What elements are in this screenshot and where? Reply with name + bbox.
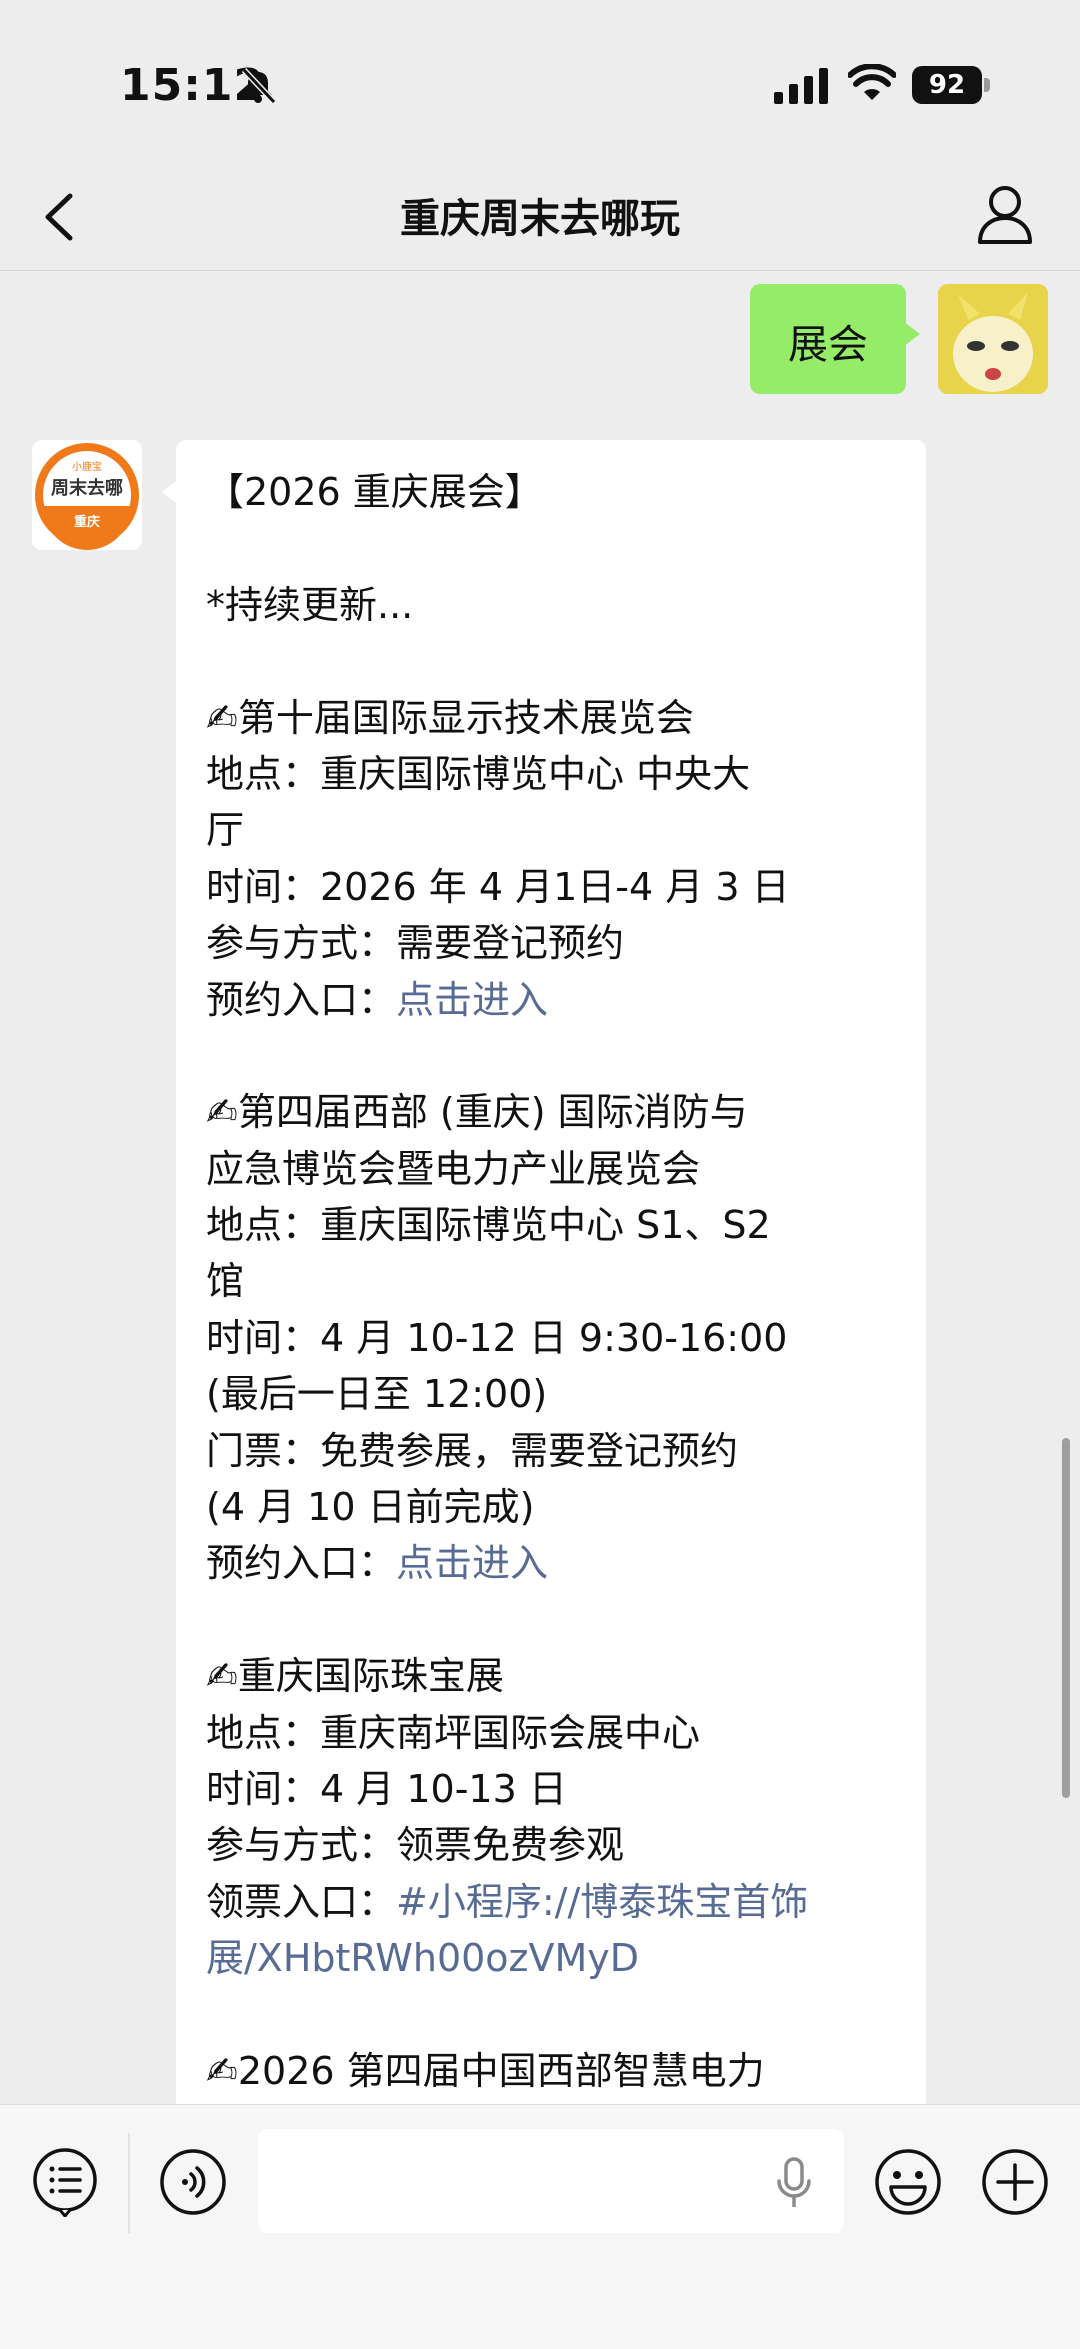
message-line: 应急博览会暨电力产业展览会 — [206, 1146, 701, 1191]
muted-bell-icon — [241, 67, 277, 105]
message-line: 【2026 重庆展会】 — [206, 470, 543, 514]
chat-header: 重庆周末去哪玩 — [0, 160, 1080, 271]
message-line: 馆 — [206, 1259, 245, 1304]
message-link[interactable]: 展/XHbtRWh00ozVMyD — [206, 1936, 639, 1980]
received-message-bubble[interactable]: 【2026 重庆展会】 *持续更新... ✍第十届国际显示技术展览会地点：重庆国际博… — [162, 440, 926, 2140]
message-line: 厅 — [206, 808, 245, 853]
user-avatar[interactable] — [938, 284, 1048, 394]
logo-top-text: 小鹿宝 — [72, 460, 102, 473]
message-line: (4 月 10 日前完成) — [206, 1485, 535, 1530]
sent-message-text: 展会 — [788, 322, 868, 368]
message-line: 展/XHbtRWh00ozVMyD — [206, 1930, 906, 1986]
scrollbar[interactable] — [1062, 1438, 1070, 1798]
message-line-label: 预约入口： — [206, 977, 397, 1022]
user-avatar-image — [938, 284, 1048, 394]
microphone-icon[interactable] — [776, 2157, 812, 2209]
status-bar: 15:12 92 — [0, 0, 1080, 170]
message-line: *持续更新... — [206, 582, 414, 627]
message-line: 参与方式：需要登记预约 — [206, 921, 625, 966]
cellular-signal-icon — [774, 68, 828, 104]
emoji-icon[interactable] — [873, 2147, 943, 2217]
chat-title: 重庆周末去哪玩 — [400, 196, 680, 242]
message-line: ✍2026 第四届中国西部智慧电力 — [206, 2048, 765, 2093]
official-account-avatar[interactable]: 小鹿宝 周末去哪 重庆 — [32, 440, 142, 550]
wifi-icon — [848, 64, 896, 100]
sent-message-bubble[interactable]: 展会 — [750, 284, 920, 394]
message-line: 领票入口：#小程序://博泰珠宝首饰 — [206, 1874, 906, 1930]
message-line: 地点：重庆南坪国际会展中心 — [206, 1710, 701, 1755]
message-link[interactable]: 点击进入 — [396, 1541, 548, 1585]
voice-input-icon[interactable] — [158, 2147, 228, 2217]
message-link[interactable]: 点击进入 — [396, 978, 548, 1022]
message-line: 时间：2026 年 4 月1日-4 月 3 日 — [206, 864, 790, 909]
official-account-logo: 小鹿宝 周末去哪 重庆 — [35, 443, 139, 550]
profile-icon[interactable] — [976, 182, 1034, 246]
message-line: 时间：4 月 10-13 日 — [206, 1766, 567, 1811]
add-more-icon[interactable] — [980, 2147, 1050, 2217]
message-line: 地点：重庆国际博览中心 中央大 — [206, 751, 751, 796]
message-line: 时间：4 月 10-12 日 9:30-16:00 — [206, 1315, 788, 1360]
received-message-text: 【2026 重庆展会】 *持续更新... ✍第十届国际显示技术展览会地点：重庆国际博… — [206, 464, 906, 2099]
message-line: 地点：重庆国际博览中心 S1、S2 — [206, 1203, 771, 1248]
battery-cap — [984, 78, 990, 92]
message-line: 门票：免费参展，需要登记预约 — [206, 1428, 739, 1473]
message-line: 预约入口：点击进入 — [206, 972, 906, 1028]
message-link[interactable]: #小程序://博泰珠宝首饰 — [396, 1880, 808, 1924]
message-line: 参与方式：领票免费参观 — [206, 1823, 625, 1868]
battery-indicator: 92 — [912, 66, 982, 104]
message-line: ✍第四届西部 (重庆) 国际消防与 — [206, 1090, 748, 1135]
logo-main-text: 周末去哪 — [51, 477, 123, 499]
menu-list-icon[interactable] — [30, 2147, 100, 2217]
chat-input-bar — [0, 2104, 1080, 2349]
message-input[interactable] — [258, 2129, 844, 2233]
message-line: ✍第十届国际显示技术展览会 — [206, 695, 694, 740]
message-line: (最后一日至 12:00) — [206, 1372, 548, 1417]
input-divider — [128, 2133, 130, 2233]
message-line: 预约入口：点击进入 — [206, 1535, 906, 1591]
message-line-label: 预约入口： — [206, 1541, 397, 1586]
message-line-label: 领票入口： — [206, 1879, 397, 1924]
message-line: ✍重庆国际珠宝展 — [206, 1654, 504, 1699]
logo-city-text: 重庆 — [74, 514, 100, 530]
